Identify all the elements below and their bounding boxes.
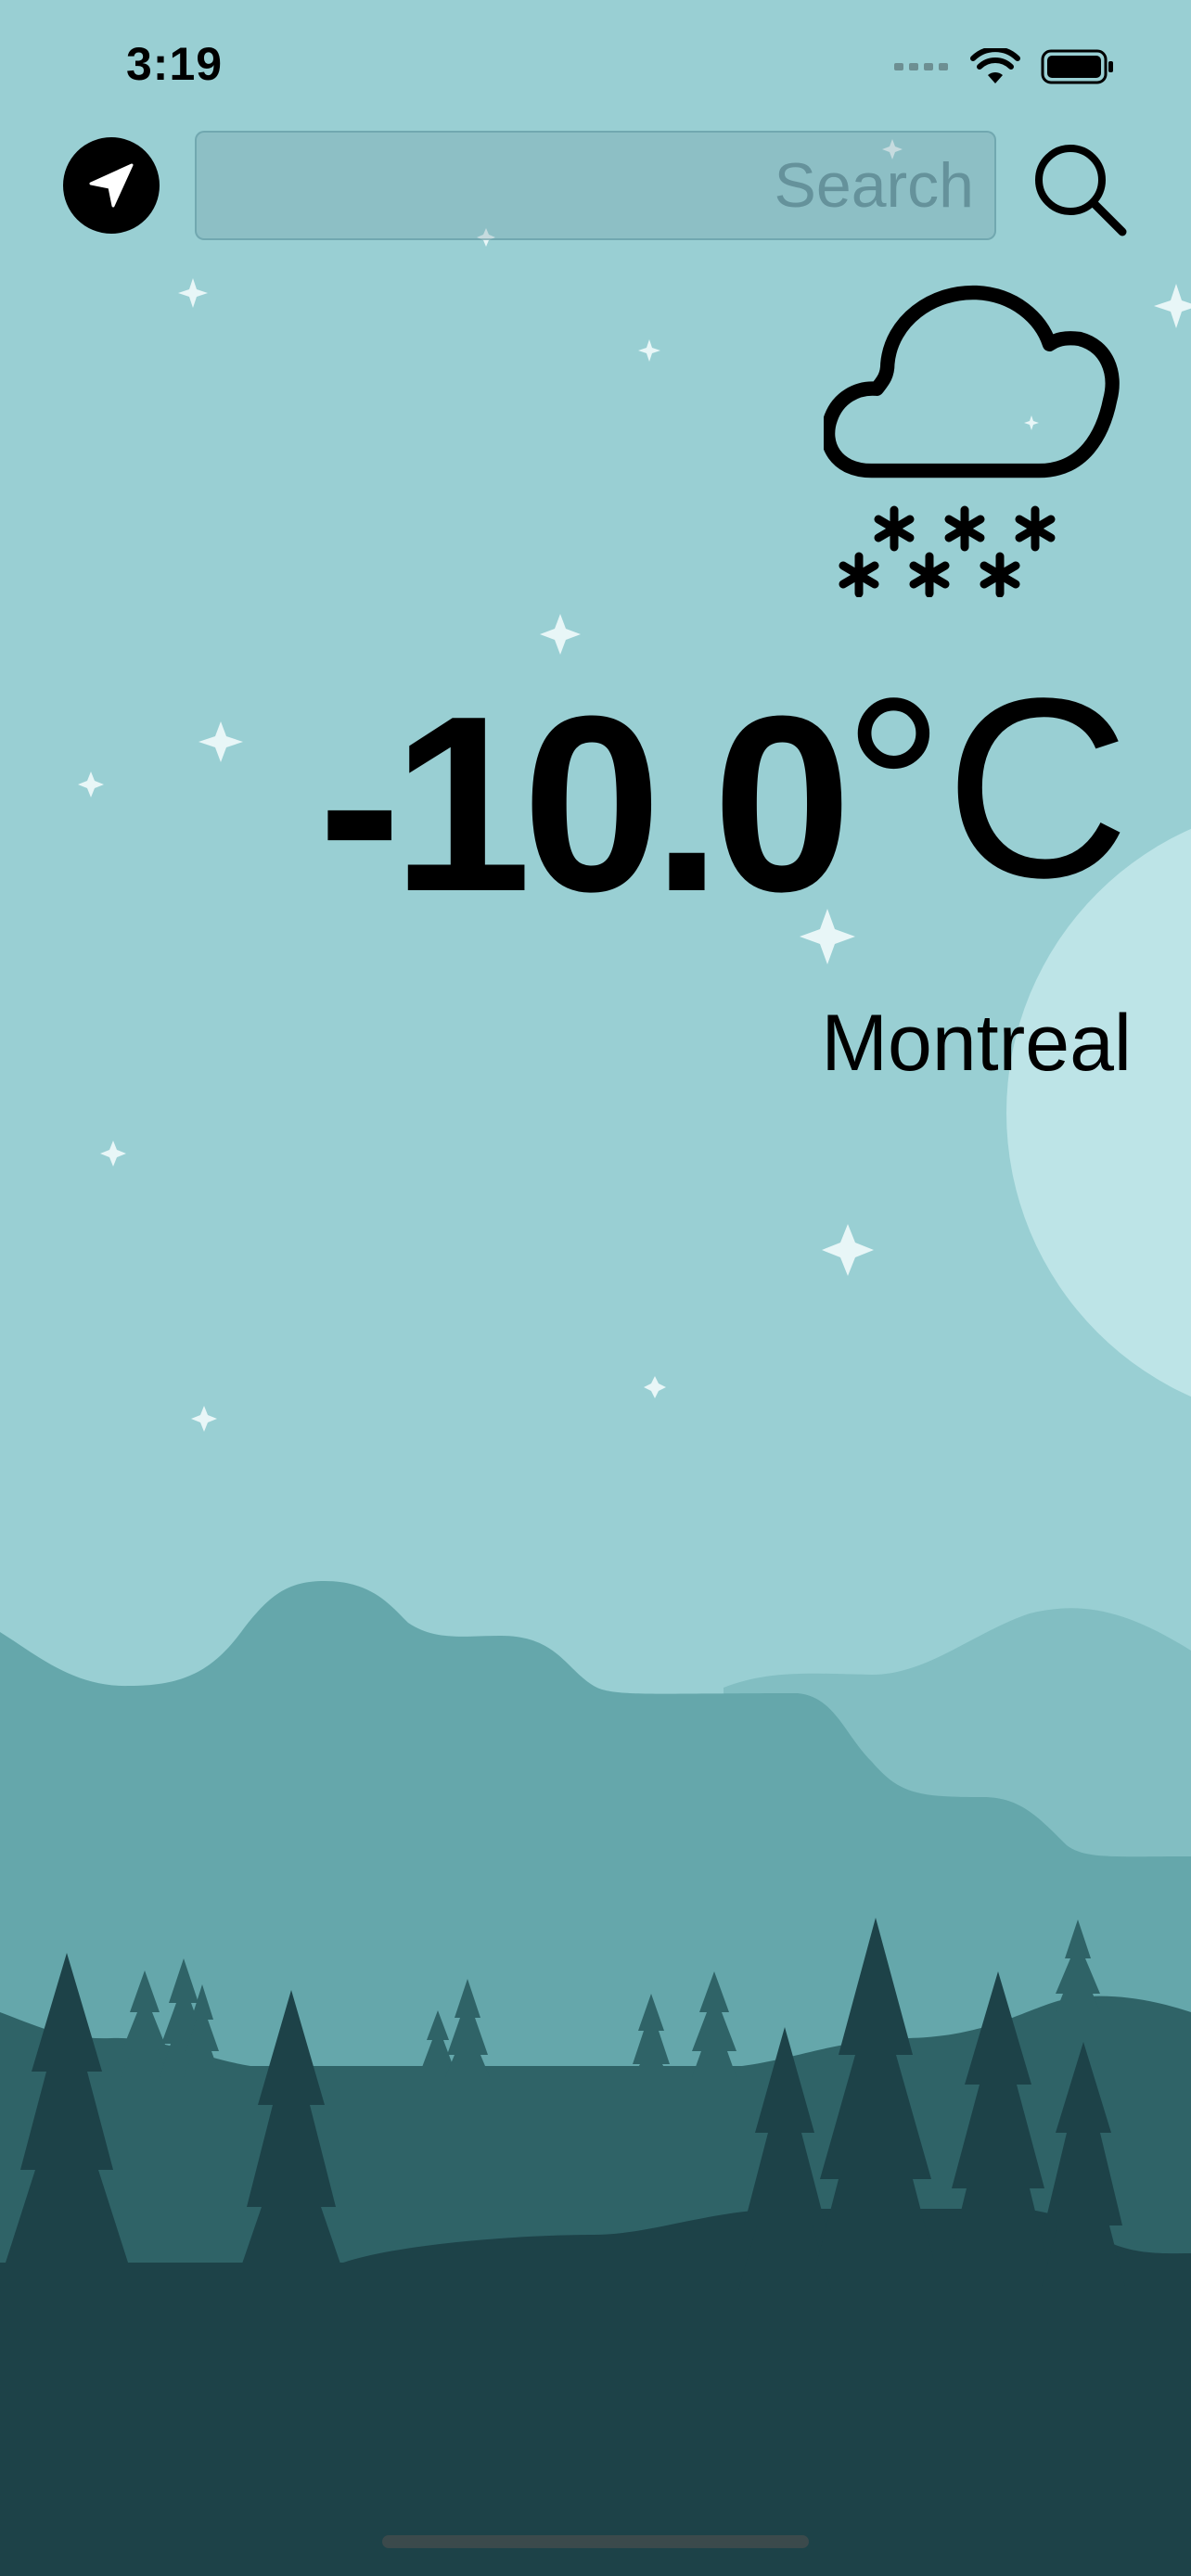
temperature-value: -10.0 bbox=[317, 665, 852, 944]
snowflakes bbox=[839, 505, 1056, 597]
cloud-snow-icon bbox=[824, 285, 1120, 597]
weather-screen: 3:19 Search -10.0 °C Montreal bbox=[0, 0, 1191, 2576]
star bbox=[198, 721, 243, 762]
battery-icon bbox=[1041, 49, 1113, 84]
star bbox=[191, 1406, 217, 1432]
star bbox=[78, 772, 104, 797]
search-icon[interactable] bbox=[1030, 139, 1128, 237]
star bbox=[178, 278, 208, 308]
star bbox=[1154, 284, 1191, 328]
city-name: Montreal bbox=[821, 999, 1132, 1088]
status-icons bbox=[894, 45, 1115, 89]
star bbox=[644, 1376, 666, 1398]
search-input[interactable] bbox=[195, 131, 996, 240]
star bbox=[100, 1141, 126, 1167]
home-indicator[interactable] bbox=[382, 2535, 809, 2548]
star bbox=[638, 339, 660, 362]
location-button[interactable] bbox=[63, 137, 160, 234]
star bbox=[822, 1224, 874, 1276]
temperature-display: -10.0 °C bbox=[318, 649, 1130, 944]
status-time: 3:19 bbox=[126, 38, 224, 90]
cellular-signal-icon bbox=[894, 63, 948, 70]
wifi-icon bbox=[970, 48, 1020, 83]
temperature-unit: °C bbox=[842, 645, 1130, 931]
location-arrow-icon bbox=[89, 163, 134, 208]
